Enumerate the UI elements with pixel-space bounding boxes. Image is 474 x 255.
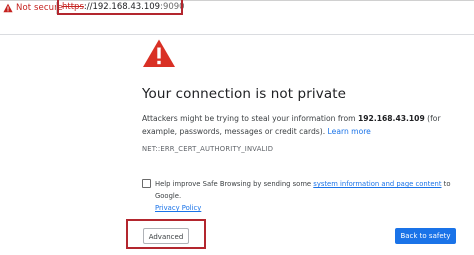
- safe-browsing-text: Help improve Safe Browsing by sending so…: [155, 178, 473, 214]
- advanced-button[interactable]: Advanced: [143, 228, 189, 244]
- safe-browsing-checkbox[interactable]: [142, 179, 151, 188]
- warning-icon: [3, 3, 13, 13]
- error-code: NET::ERR_CERT_AUTHORITY_INVALID: [142, 145, 274, 153]
- error-description: Attackers might be trying to steal your …: [142, 112, 462, 138]
- learn-more-link[interactable]: Learn more: [328, 127, 371, 136]
- warning-triangle-icon: [143, 39, 175, 67]
- address-bar: Not secure https://192.168.43.109:9090: [0, 0, 474, 35]
- system-info-link[interactable]: system information and page content: [313, 180, 441, 188]
- url-annotation-box: [57, 0, 183, 15]
- safe-browsing-prefix: Help improve Safe Browsing by sending so…: [155, 180, 314, 188]
- security-chip[interactable]: Not secure: [3, 1, 63, 15]
- back-to-safety-button[interactable]: Back to safety: [395, 228, 456, 244]
- page-title: Your connection is not private: [142, 86, 346, 102]
- description-host: 192.168.43.109: [357, 114, 425, 123]
- description-prefix: Attackers might be trying to steal your …: [142, 114, 358, 123]
- privacy-policy-link[interactable]: Privacy Policy: [155, 204, 201, 212]
